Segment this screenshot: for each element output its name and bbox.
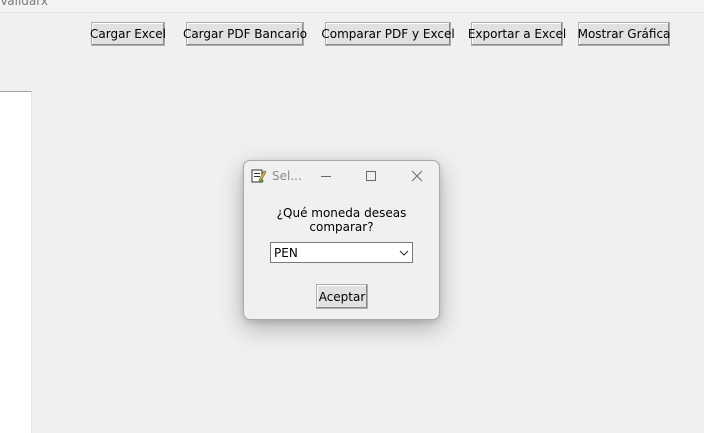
load-pdf-button[interactable]: Cargar PDF Bancario xyxy=(183,22,307,46)
chevron-down-icon[interactable] xyxy=(398,246,410,259)
accept-button[interactable]: Aceptar xyxy=(316,284,368,309)
load-excel-button[interactable]: Cargar Excel xyxy=(90,22,166,46)
dialog-title: Sel... xyxy=(272,169,302,183)
currency-prompt: ¿Qué moneda deseas comparar? xyxy=(276,206,407,234)
window-title-strip: Validarx xyxy=(0,0,704,13)
export-excel-button[interactable]: Exportar a Excel xyxy=(468,22,566,46)
app-feather-icon xyxy=(251,168,267,184)
close-icon[interactable] xyxy=(406,165,428,187)
maximize-icon[interactable] xyxy=(360,165,382,187)
window-title: Validarx xyxy=(0,0,48,8)
currency-select[interactable]: PEN xyxy=(270,242,413,263)
minimize-icon[interactable] xyxy=(315,165,337,187)
left-panel xyxy=(0,91,32,433)
currency-select-value: PEN xyxy=(274,246,298,260)
dialog-titlebar[interactable]: Sel... xyxy=(244,161,439,191)
compare-button[interactable]: Comparar PDF y Excel xyxy=(321,22,455,46)
currency-dialog: Sel... ¿Qué moneda deseas comparar? PEN … xyxy=(243,160,440,320)
show-chart-button[interactable]: Mostrar Gráfica xyxy=(578,22,670,46)
